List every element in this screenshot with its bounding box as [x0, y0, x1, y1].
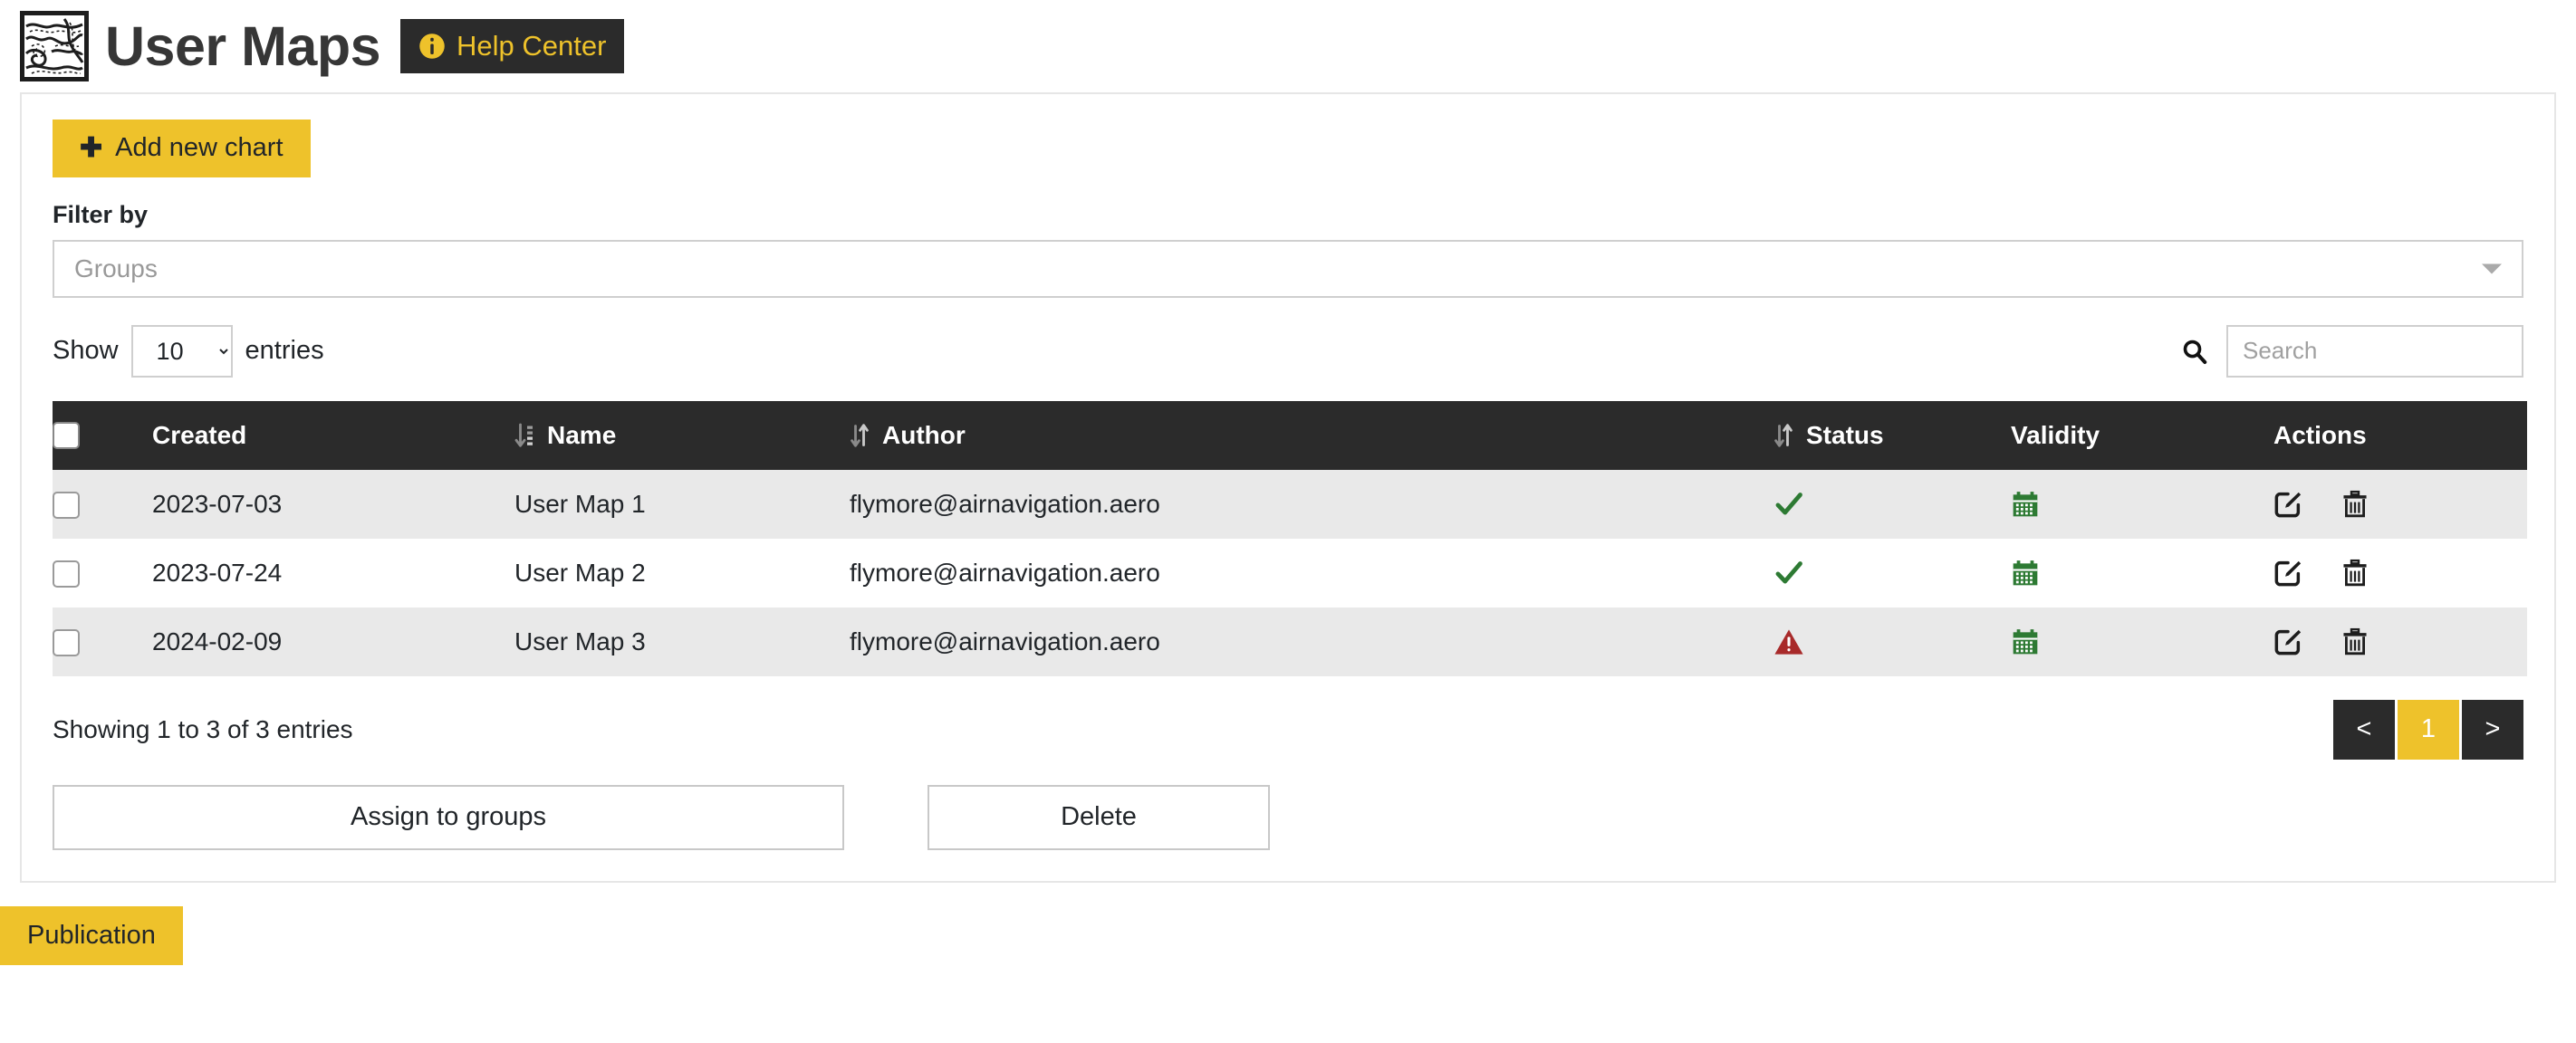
row-status	[1773, 608, 2011, 676]
entries-label: entries	[245, 336, 324, 366]
edit-icon[interactable]	[2273, 627, 2302, 656]
row-validity	[2011, 539, 2273, 608]
groups-filter-placeholder: Groups	[74, 254, 158, 282]
plus-icon: ✚	[80, 132, 103, 163]
th-created[interactable]: Created	[152, 400, 514, 470]
th-author-label: Author	[882, 420, 966, 449]
search-icon	[2183, 340, 2207, 364]
assign-to-groups-button[interactable]: Assign to groups	[53, 784, 844, 850]
row-select-cell	[53, 608, 152, 676]
th-select-all[interactable]	[53, 400, 152, 470]
th-status[interactable]: Status	[1773, 400, 2011, 470]
info-circle-icon	[419, 33, 445, 59]
row-created: 2024-02-09	[152, 627, 283, 655]
publication-button[interactable]: Publication	[0, 905, 183, 965]
row-author: flymore@airnavigation.aero	[850, 558, 1160, 587]
add-new-chart-label: Add new chart	[115, 133, 284, 162]
table-row: 2024-02-09 User Map 3 flymore@airnavigat…	[53, 607, 2527, 676]
sort-both-icon	[1774, 424, 1793, 447]
user-maps-card: ✚ Add new chart Filter by Groups Show 10…	[20, 92, 2556, 883]
th-name-label: Name	[547, 420, 617, 449]
help-center-label: Help Center	[457, 30, 607, 62]
edit-icon[interactable]	[2273, 559, 2302, 588]
chevron-down-icon	[2482, 263, 2502, 274]
row-select-cell	[53, 470, 152, 539]
row-checkbox[interactable]	[53, 629, 80, 657]
row-validity	[2011, 608, 2273, 676]
th-created-label: Created	[152, 420, 247, 449]
table-header: Created Name Author Status Validity Acti…	[53, 400, 2527, 470]
pagination-next-button[interactable]: >	[2462, 699, 2523, 760]
user-maps-table: Created Name Author Status Validity Acti…	[53, 400, 2527, 676]
add-new-chart-button[interactable]: ✚ Add new chart	[53, 120, 311, 177]
row-author: flymore@airnavigation.aero	[850, 489, 1160, 518]
row-select-cell	[53, 539, 152, 608]
sort-both-icon	[851, 424, 869, 447]
th-actions-label: Actions	[2273, 420, 2367, 449]
check-icon	[1775, 492, 1802, 515]
table-footer: Showing 1 to 3 of 3 entries < 1 >	[53, 699, 2523, 760]
sort-descending-icon	[514, 423, 533, 447]
user-maps-page: User Maps Help Center ✚ Add new chart Fi…	[0, 0, 2576, 1043]
pagination: < 1 >	[2331, 699, 2523, 760]
th-author[interactable]: Author	[850, 400, 1773, 470]
row-name: User Map 1	[514, 489, 646, 518]
row-status	[1773, 539, 2011, 608]
filter-by-label: Filter by	[53, 200, 149, 228]
th-actions: Actions	[2273, 400, 2527, 470]
row-actions	[2273, 539, 2527, 608]
bulk-actions-row: Assign to groups Delete	[53, 784, 2523, 850]
trash-icon[interactable]	[2341, 490, 2369, 519]
calendar-icon	[2013, 560, 2038, 586]
row-created: 2023-07-24	[152, 558, 283, 587]
show-label: Show	[53, 336, 119, 366]
calendar-icon	[2013, 629, 2038, 655]
row-actions	[2273, 470, 2527, 539]
pagination-prev-button[interactable]: <	[2333, 699, 2395, 760]
table-body: 2023-07-03 User Map 1 flymore@airnavigat…	[53, 469, 2527, 676]
pagination-page-1[interactable]: 1	[2398, 699, 2459, 760]
row-name: User Map 2	[514, 558, 646, 587]
th-status-label: Status	[1806, 420, 1884, 449]
search-input[interactable]	[2226, 324, 2523, 378]
trash-icon[interactable]	[2341, 627, 2369, 656]
th-name[interactable]: Name	[514, 400, 850, 470]
th-validity-label: Validity	[2011, 420, 2100, 449]
select-all-checkbox[interactable]	[53, 421, 80, 449]
page-length-select[interactable]: 10	[130, 324, 233, 378]
search-control	[2181, 324, 2523, 378]
table-header-row: Created Name Author Status Validity Acti…	[53, 400, 2527, 470]
entries-info: Showing 1 to 3 of 3 entries	[53, 714, 353, 743]
help-center-button[interactable]: Help Center	[400, 19, 625, 73]
page-length-control: Show 10 entries	[53, 324, 324, 378]
row-author: flymore@airnavigation.aero	[850, 627, 1160, 655]
table-row: 2023-07-03 User Map 1 flymore@airnavigat…	[53, 469, 2527, 539]
app-header: User Maps Help Center	[0, 0, 2576, 92]
delete-button[interactable]: Delete	[928, 784, 1270, 850]
row-actions	[2273, 608, 2527, 676]
row-created: 2023-07-03	[152, 489, 283, 518]
row-checkbox[interactable]	[53, 492, 80, 520]
th-validity: Validity	[2011, 400, 2273, 470]
calendar-icon	[2013, 492, 2038, 517]
warning-triangle-icon	[1774, 629, 1803, 655]
table-controls-row: Show 10 entries	[53, 324, 2523, 378]
publication-row: Publication	[0, 905, 2576, 965]
groups-filter-select[interactable]: Groups	[53, 239, 2523, 298]
page-title: User Maps	[105, 14, 381, 77]
contour-map-icon	[20, 11, 89, 81]
row-validity	[2011, 470, 2273, 539]
table-row: 2023-07-24 User Map 2 flymore@airnavigat…	[53, 538, 2527, 608]
check-icon	[1775, 560, 1802, 584]
row-name: User Map 3	[514, 627, 646, 655]
row-status	[1773, 470, 2011, 539]
row-checkbox[interactable]	[53, 560, 80, 588]
edit-icon[interactable]	[2273, 490, 2302, 519]
trash-icon[interactable]	[2341, 559, 2369, 588]
